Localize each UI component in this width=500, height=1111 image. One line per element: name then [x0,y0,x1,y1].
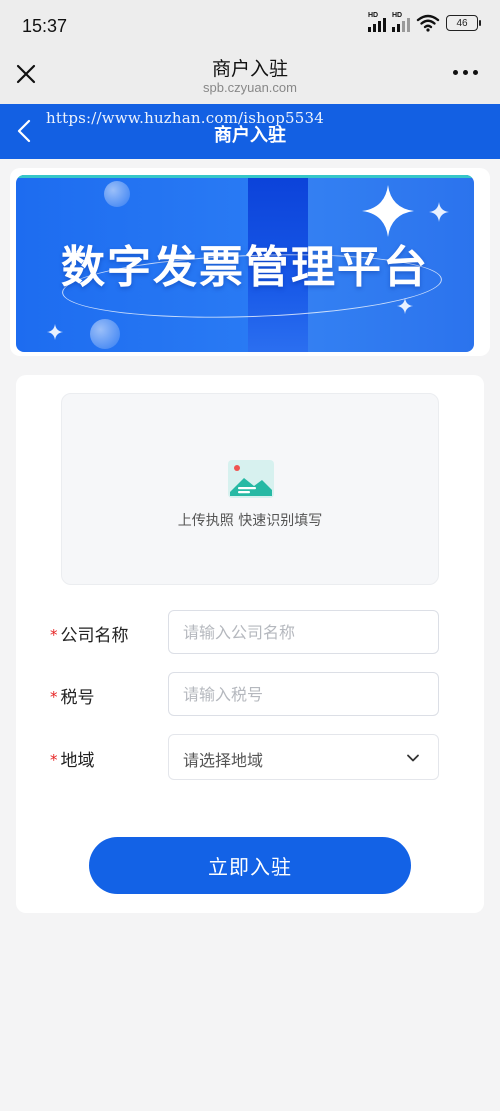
company-label-text: 公司名称 [60,626,129,646]
license-upload[interactable]: 上传执照 快速识别填写 [61,393,439,585]
company-row: * 公司名称 [16,610,484,654]
tax-label-text: 税号 [60,688,95,708]
signal-icon: HD [392,12,410,32]
status-time: 15:37 [22,16,68,36]
region-select-value: 请选择地域 [183,751,264,770]
merchant-form: 上传执照 快速识别填写 *公司名称 *税号 *地域 请选择地域 立即入驻 [16,375,484,913]
banner-image: 数字发票管理平台 [16,175,474,352]
company-name-input[interactable] [168,610,439,654]
signal-hd-label: HD [392,12,403,19]
banner-title: 数字发票管理平台 [61,242,429,293]
status-bar: 15:37 HD HD 46 [0,0,500,48]
region-select[interactable]: 请选择地域 [168,734,439,780]
page-title: 商户入驻 [211,58,288,80]
bubble-decoration [104,181,130,207]
company-label: * 公司名称 [50,621,129,646]
page-url: spb.czyuan.com [203,80,297,95]
nav-bar: 商户入驻 https://www.huzhan.com/ishop5534 [0,104,500,159]
bubble-decoration [90,319,120,349]
more-icon[interactable] [453,70,478,75]
sparkle-icon [396,297,414,315]
browser-title-bar: 商户入驻 spb.czyuan.com [0,48,500,104]
wifi-icon [416,14,440,32]
sparkle-icon [46,323,64,341]
submit-button[interactable]: 立即入驻 [89,837,411,894]
tax-label: * 税号 [50,683,95,708]
image-icon [228,460,274,498]
upload-hint: 上传执照 快速识别填写 [177,513,323,529]
required-mark: * [50,688,58,706]
required-mark: * [50,626,58,644]
tax-row: * 税号 [16,672,484,716]
region-label-text: 地域 [60,751,95,771]
status-indicators: HD HD 46 [368,12,481,32]
battery-indicator: 46 [446,15,481,31]
region-row: * 地域 请选择地域 [16,734,484,780]
required-mark: * [50,751,58,769]
sparkle-icon [362,185,414,237]
region-label: * 地域 [50,746,95,771]
signal-hd-label: HD [368,12,379,19]
signal-icon: HD [368,12,386,32]
tax-id-input[interactable] [168,672,439,716]
sparkle-icon [429,202,449,222]
watermark-text: https://www.huzhan.com/ishop5534 [46,109,325,127]
chevron-down-icon [407,754,419,762]
